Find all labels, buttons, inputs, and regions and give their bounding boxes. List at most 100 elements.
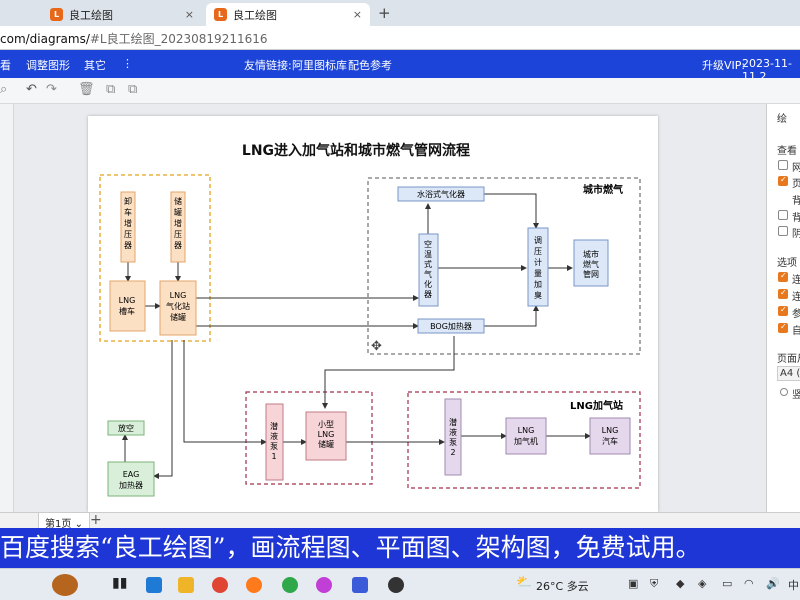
tab-close-icon[interactable]: ×	[185, 8, 194, 21]
tray-shield-icon[interactable]: ⛨	[650, 577, 658, 591]
file-explorer-icon[interactable]	[178, 577, 194, 593]
pump2-node[interactable]	[444, 398, 462, 476]
paste-icon[interactable]: ⧉	[128, 82, 137, 97]
tray-volume-icon[interactable]: 🔊	[766, 577, 780, 590]
page-view-checkbox[interactable]	[778, 175, 788, 186]
edge-icon[interactable]	[146, 577, 162, 593]
task-view-icon[interactable]: ▮▮	[112, 575, 128, 591]
shadow-checkbox[interactable]	[778, 226, 788, 236]
node-label-line: 温	[424, 250, 432, 259]
menu-adjust-shape[interactable]: 调整图形	[26, 57, 70, 73]
vip-label[interactable]: 升级VIP:	[702, 57, 745, 73]
connector	[183, 340, 267, 445]
new-tab-button[interactable]: +	[378, 4, 391, 22]
tank-pressurizer-label: 储罐增压器	[174, 196, 182, 250]
move-cursor-icon: ✥	[371, 339, 382, 354]
background-image-checkbox[interactable]	[778, 210, 788, 220]
redo-icon[interactable]: ↷	[46, 82, 57, 97]
toolbar: ⌕ ↶ ↷ 🗑 ⧉ ⧉	[0, 78, 800, 104]
vehicle-node[interactable]	[589, 417, 631, 455]
background-label: 背	[792, 192, 800, 207]
diagram-page[interactable]: LNG进入加气站和城市燃气管网流程 城市燃气 LNG加气站 卸车增压器 储罐增压…	[88, 116, 658, 512]
promo-subtitle: 百度搜索“良工绘图”，画流程图、平面图、架构图，免费试用。	[0, 528, 800, 568]
option-checkbox-2[interactable]	[778, 288, 788, 299]
small-tank-label: 小型 LNG 储罐	[318, 420, 335, 449]
node-label-line: LNG	[170, 291, 187, 300]
node-label-line: 增	[124, 218, 132, 228]
address-bar[interactable]: com/diagrams/#L良工绘图_20230819211616	[0, 26, 800, 50]
link-color-reference[interactable]: 配色参考	[348, 57, 392, 73]
node-label-line: 管网	[583, 269, 599, 279]
option-checkbox-3[interactable]	[778, 305, 788, 316]
link-alibaba-icons[interactable]: 阿里图标库	[292, 57, 347, 73]
weather-readout[interactable]: 26°C 多云	[536, 578, 589, 594]
tab-close-icon[interactable]: ×	[353, 8, 362, 21]
node-label-line: 调	[534, 236, 542, 245]
search-icon[interactable]: ⌕	[0, 82, 7, 97]
menu-view[interactable]: 看	[0, 57, 11, 73]
page-size-select[interactable]: A4 (2	[777, 366, 800, 381]
chrome-icon[interactable]	[212, 577, 228, 593]
copy-icon[interactable]: ⧉	[106, 82, 115, 97]
left-sidebar-strip[interactable]	[0, 104, 14, 512]
panel-tab-label[interactable]: 绘	[777, 110, 787, 125]
node-label-line: 泵	[270, 442, 278, 451]
url-path: #L良工绘图_20230819211616	[89, 32, 268, 46]
delete-icon[interactable]: 🗑	[78, 82, 95, 97]
node-label-line: 化	[424, 279, 432, 289]
browser-tab-2[interactable]: L 良工绘图 ×	[206, 3, 370, 26]
bog-heater-label: BOG加热器	[430, 321, 472, 331]
node-label-line: EAG	[123, 470, 140, 479]
firefox-icon[interactable]	[246, 577, 262, 593]
add-page-button[interactable]: +	[90, 512, 102, 528]
option-checkbox-4[interactable]	[778, 322, 788, 333]
dispenser-node[interactable]	[505, 417, 547, 455]
format-panel[interactable]: 绘 查看 网 页 背 背 阴 选项 连 连 参 自 页面尺 A4 (2 竖	[766, 104, 800, 512]
browser-tab-bar: L 良工绘图 × L 良工绘图 × +	[0, 0, 800, 26]
app-icon-purple[interactable]	[316, 577, 332, 593]
node-label-line: 液	[270, 431, 278, 441]
app-favicon-icon: L	[50, 8, 63, 21]
mascot-icon[interactable]	[52, 574, 78, 596]
grid-checkbox[interactable]	[778, 160, 788, 170]
page-size-label: 页面尺	[777, 354, 800, 365]
menu-more-icon[interactable]: ⋮	[122, 57, 133, 70]
app-header: 看 调整图形 其它 ⋮ 友情链接: 阿里图标库 配色参考 升级VIP: 2023…	[0, 50, 800, 83]
node-label-line: 罐	[174, 207, 182, 217]
tray-ime-icon[interactable]: 中	[788, 577, 799, 593]
app-icon-dark[interactable]	[388, 577, 404, 593]
menu-other[interactable]: 其它	[84, 57, 106, 73]
tray-nvidia-icon[interactable]: ◆	[676, 577, 684, 590]
connector	[322, 336, 455, 409]
app-icon-green[interactable]	[282, 577, 298, 593]
node-label-line: 加气机	[514, 436, 538, 446]
city-gas-label: 城市燃气	[583, 183, 623, 196]
flow-diagram[interactable]: LNG进入加气站和城市燃气管网流程 城市燃气 LNG加气站 卸车增压器 储罐增压…	[88, 116, 658, 512]
tray-app-icon[interactable]: ▣	[628, 577, 638, 590]
browser-tab-1[interactable]: L 良工绘图 ×	[42, 3, 202, 26]
url-text[interactable]: com/diagrams/#L良工绘图_20230819211616	[0, 30, 268, 47]
undo-icon[interactable]: ↶	[26, 82, 37, 97]
app-icon-blue[interactable]	[352, 577, 368, 593]
lng-truck-node[interactable]	[109, 280, 146, 332]
grid-label: 网	[792, 159, 800, 174]
portrait-radio[interactable]	[780, 388, 788, 396]
node-label-line: 潜	[449, 417, 457, 427]
node-label-line: 潜	[270, 421, 278, 431]
node-label-line: 量	[534, 269, 542, 278]
option-checkbox-1[interactable]	[778, 271, 788, 282]
url-host: com/diagrams/	[0, 32, 90, 46]
option-label-3: 参	[792, 305, 800, 320]
diagram-title: LNG进入加气站和城市燃气管网流程	[242, 142, 470, 159]
options-section-label: 选项	[777, 258, 797, 269]
tray-wifi-icon[interactable]: ◠	[744, 577, 754, 590]
shadow-label: 阴	[792, 225, 800, 240]
node-label-line: 储罐	[318, 439, 334, 449]
tray-display-icon[interactable]: ▭	[722, 577, 732, 590]
eag-heater-node[interactable]	[107, 461, 155, 497]
tray-network-icon[interactable]: ◈	[698, 577, 706, 590]
view-section-label: 查看	[777, 146, 797, 157]
weather-temp: 26°C	[536, 580, 564, 593]
node-label-line: 储罐	[170, 312, 186, 322]
node-label-line: 储	[174, 196, 182, 206]
